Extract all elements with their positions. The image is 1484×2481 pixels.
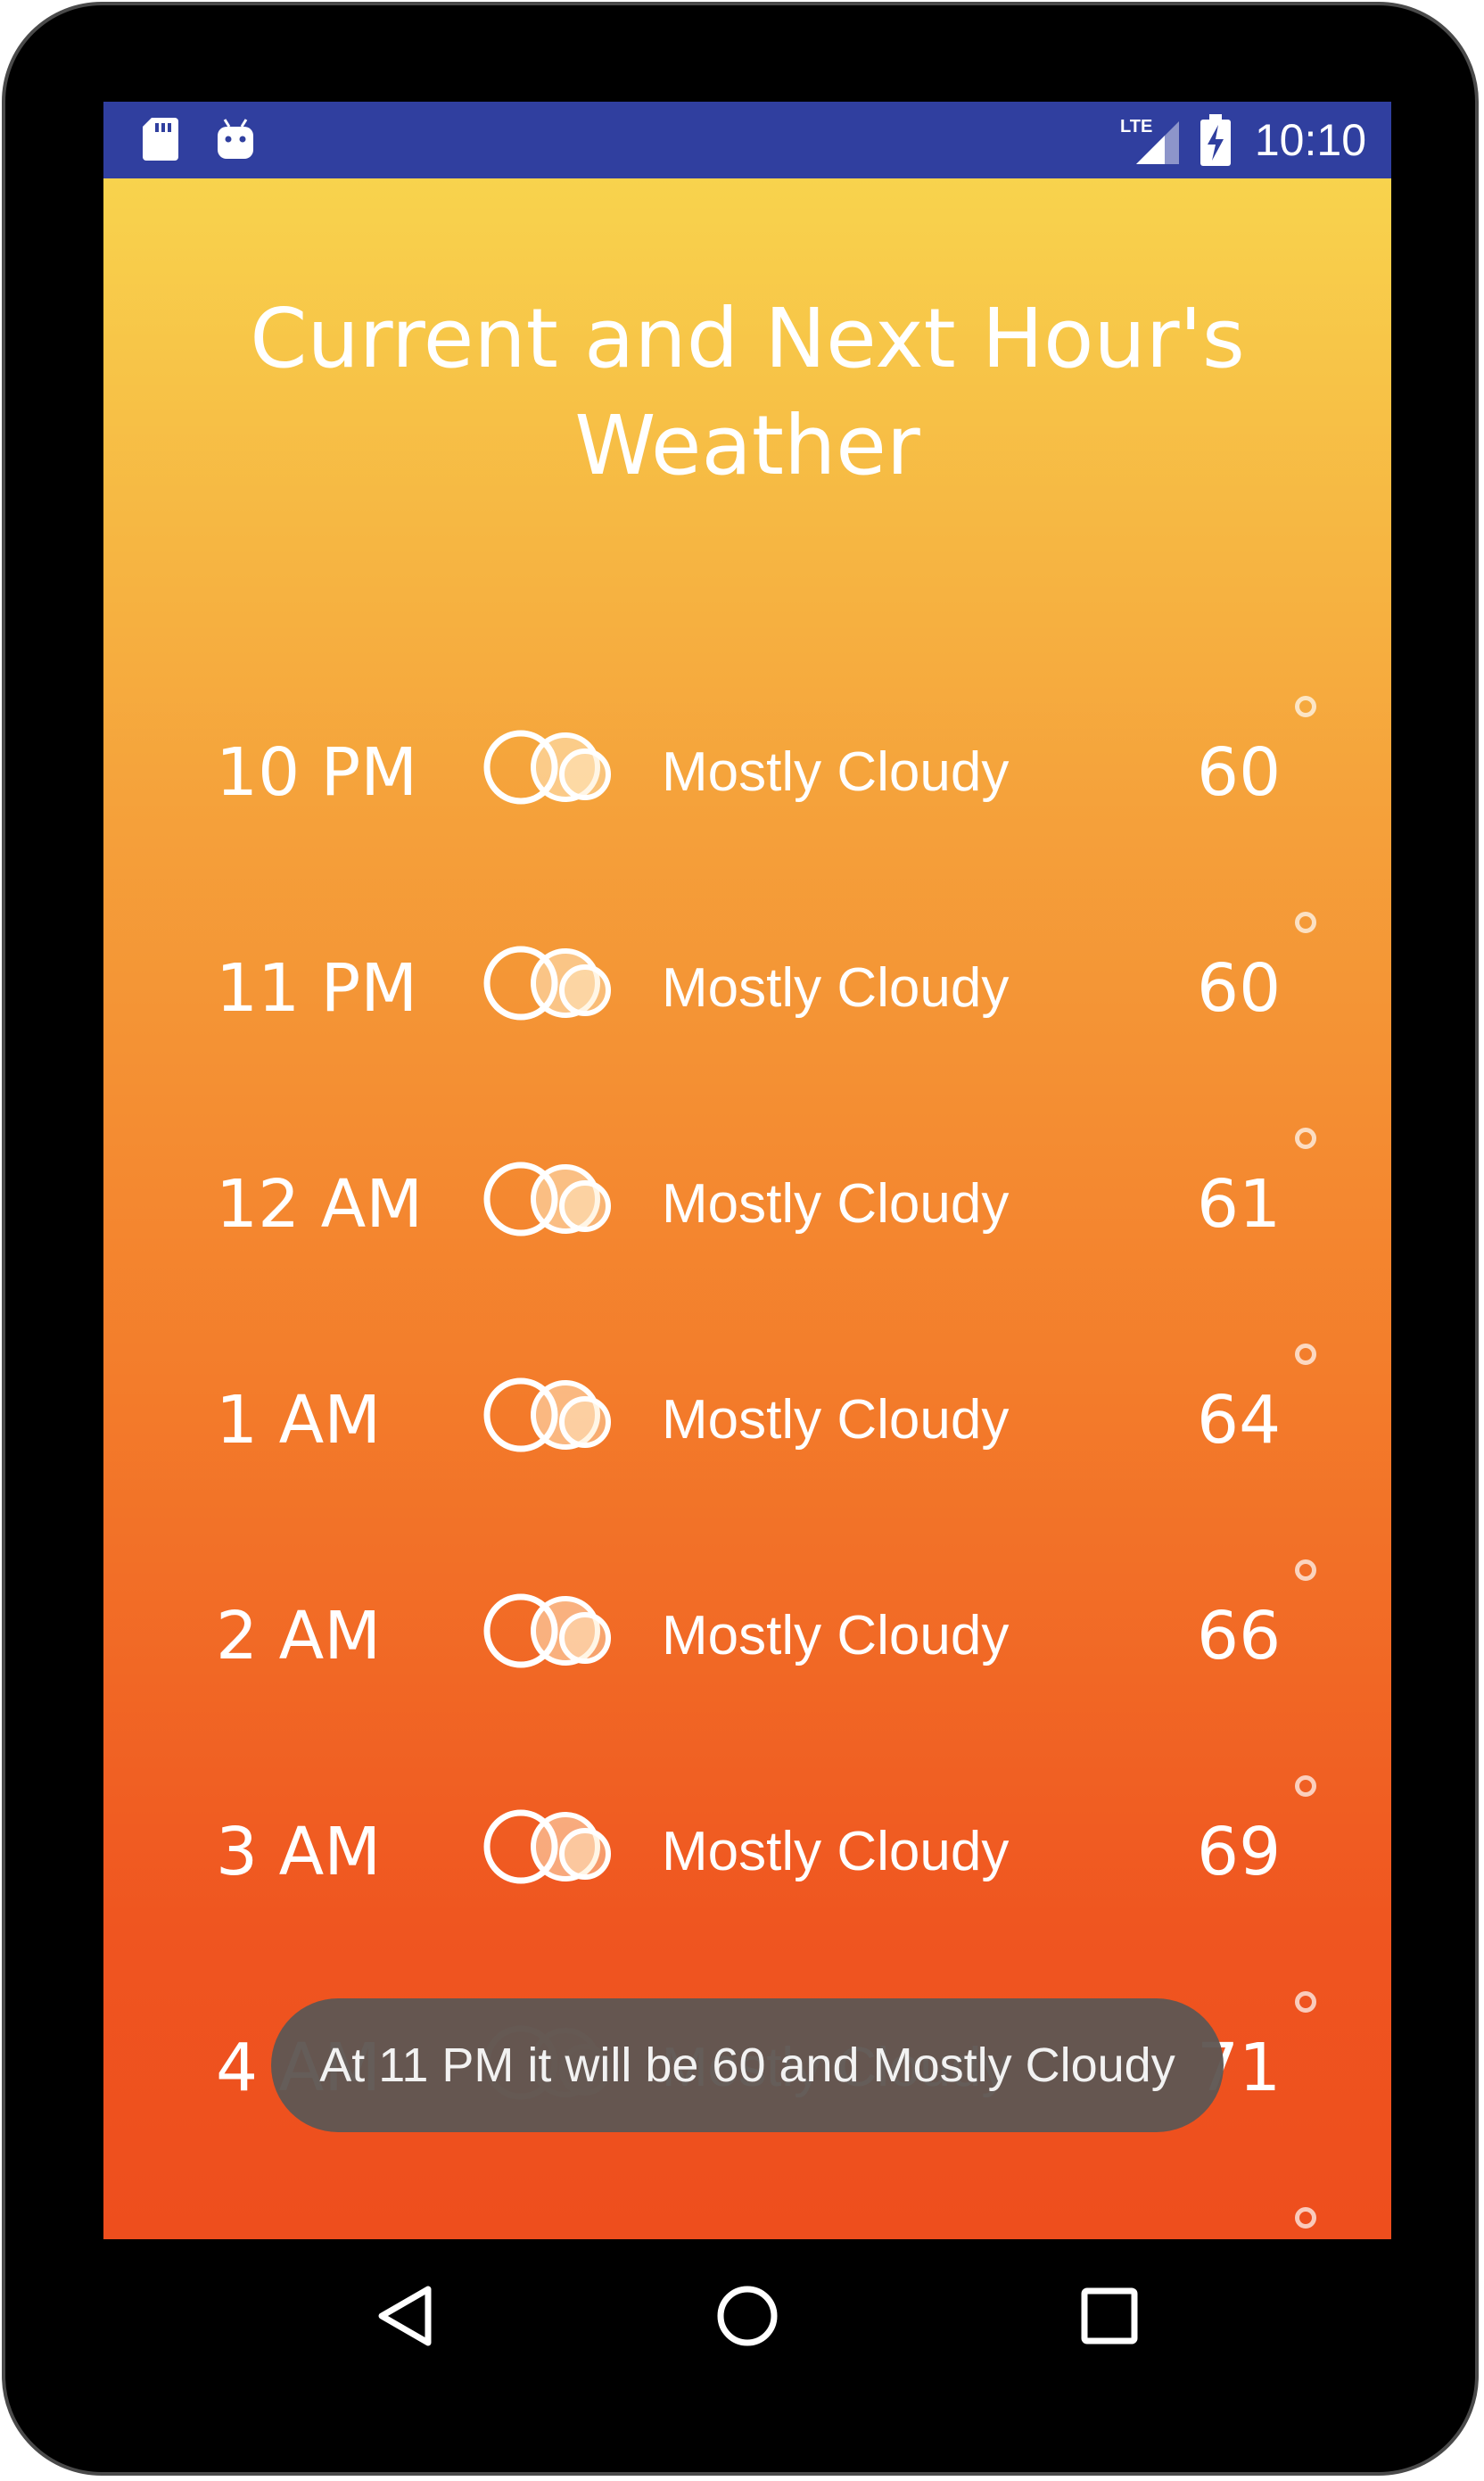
sd-card-icon [143,118,178,164]
forecast-condition: Mostly Cloudy [662,1389,1010,1451]
forecast-row[interactable]: 12 AM Mostly Cloudy 61 [103,1128,1391,1288]
mostly-cloudy-icon [476,933,619,1031]
screen: LTE 10:10 Current and Next Hour's Weathe… [103,102,1391,2239]
forecast-condition: Mostly Cloudy [662,1821,1010,1882]
degree-icon [1295,1559,1316,1581]
forecast-temperature: 60 [1197,950,1282,1027]
forecast-temperature: 66 [1197,1598,1282,1675]
status-bar: LTE 10:10 [103,102,1391,178]
page-title: Current and Next Hour's Weather [250,291,1245,493]
forecast-temperature: 64 [1197,1382,1282,1459]
forecast-row[interactable]: 2 AM Mostly Cloudy 66 [103,1559,1391,1720]
mostly-cloudy-icon [476,717,619,815]
degree-icon [1295,1775,1316,1797]
forecast-row[interactable]: 3 AM Mostly Cloudy 69 [103,1775,1391,1936]
navigation-bar [103,2239,1391,2391]
forecast-temperature: 61 [1197,1166,1282,1243]
home-icon[interactable] [703,2271,792,2361]
forecast-condition: Mostly Cloudy [662,957,1010,1019]
forecast-condition: Mostly Cloudy [662,1173,1010,1235]
degree-icon [1295,696,1316,717]
battery-charging-icon [1200,114,1231,170]
toast-message: At 11 PM it will be 60 and Mostly Cloudy [271,1998,1224,2132]
recents-icon[interactable] [1065,2271,1154,2361]
forecast-hour: 1 AM [216,1382,382,1459]
forecast-condition: Mostly Cloudy [662,1605,1010,1666]
mostly-cloudy-icon [476,1797,619,1895]
mostly-cloudy-icon [476,1365,619,1463]
forecast-condition: Mostly Cloudy [662,741,1010,803]
mostly-cloudy-icon [476,1581,619,1679]
forecast-hour: 11 PM [216,950,418,1027]
degree-icon [1295,912,1316,933]
forecast-hour: 2 AM [216,1598,382,1675]
degree-icon [1295,1344,1316,1365]
svg-text:LTE: LTE [1120,117,1152,136]
forecast-hour: 12 AM [216,1166,424,1243]
degree-icon [1295,1991,1316,2013]
lte-signal-icon: LTE [1120,114,1179,168]
forecast-hour: 10 PM [216,734,418,811]
mostly-cloudy-icon [476,1149,619,1247]
forecast-temperature: 69 [1197,1814,1282,1890]
forecast-temperature: 60 [1197,734,1282,811]
weather-content: Current and Next Hour's Weather 10 PM Mos… [103,178,1391,2239]
degree-icon [1295,1128,1316,1149]
forecast-row[interactable]: 5 AMMostly Cloudy71 [103,2207,1391,2239]
forecast-row[interactable]: 10 PM Mostly Cloudy 60 [103,696,1391,856]
back-icon[interactable] [359,2271,448,2361]
forecast-row[interactable]: 1 AM Mostly Cloudy 64 [103,1344,1391,1504]
forecast-hour: 3 AM [216,1814,382,1890]
mostly-cloudy-icon [476,2229,619,2239]
degree-icon [1295,2207,1316,2229]
forecast-row[interactable]: 11 PM Mostly Cloudy 60 [103,912,1391,1072]
android-icon [216,118,255,164]
device-frame: LTE 10:10 Current and Next Hour's Weathe… [2,2,1479,2476]
status-time: 10:10 [1254,115,1366,165]
